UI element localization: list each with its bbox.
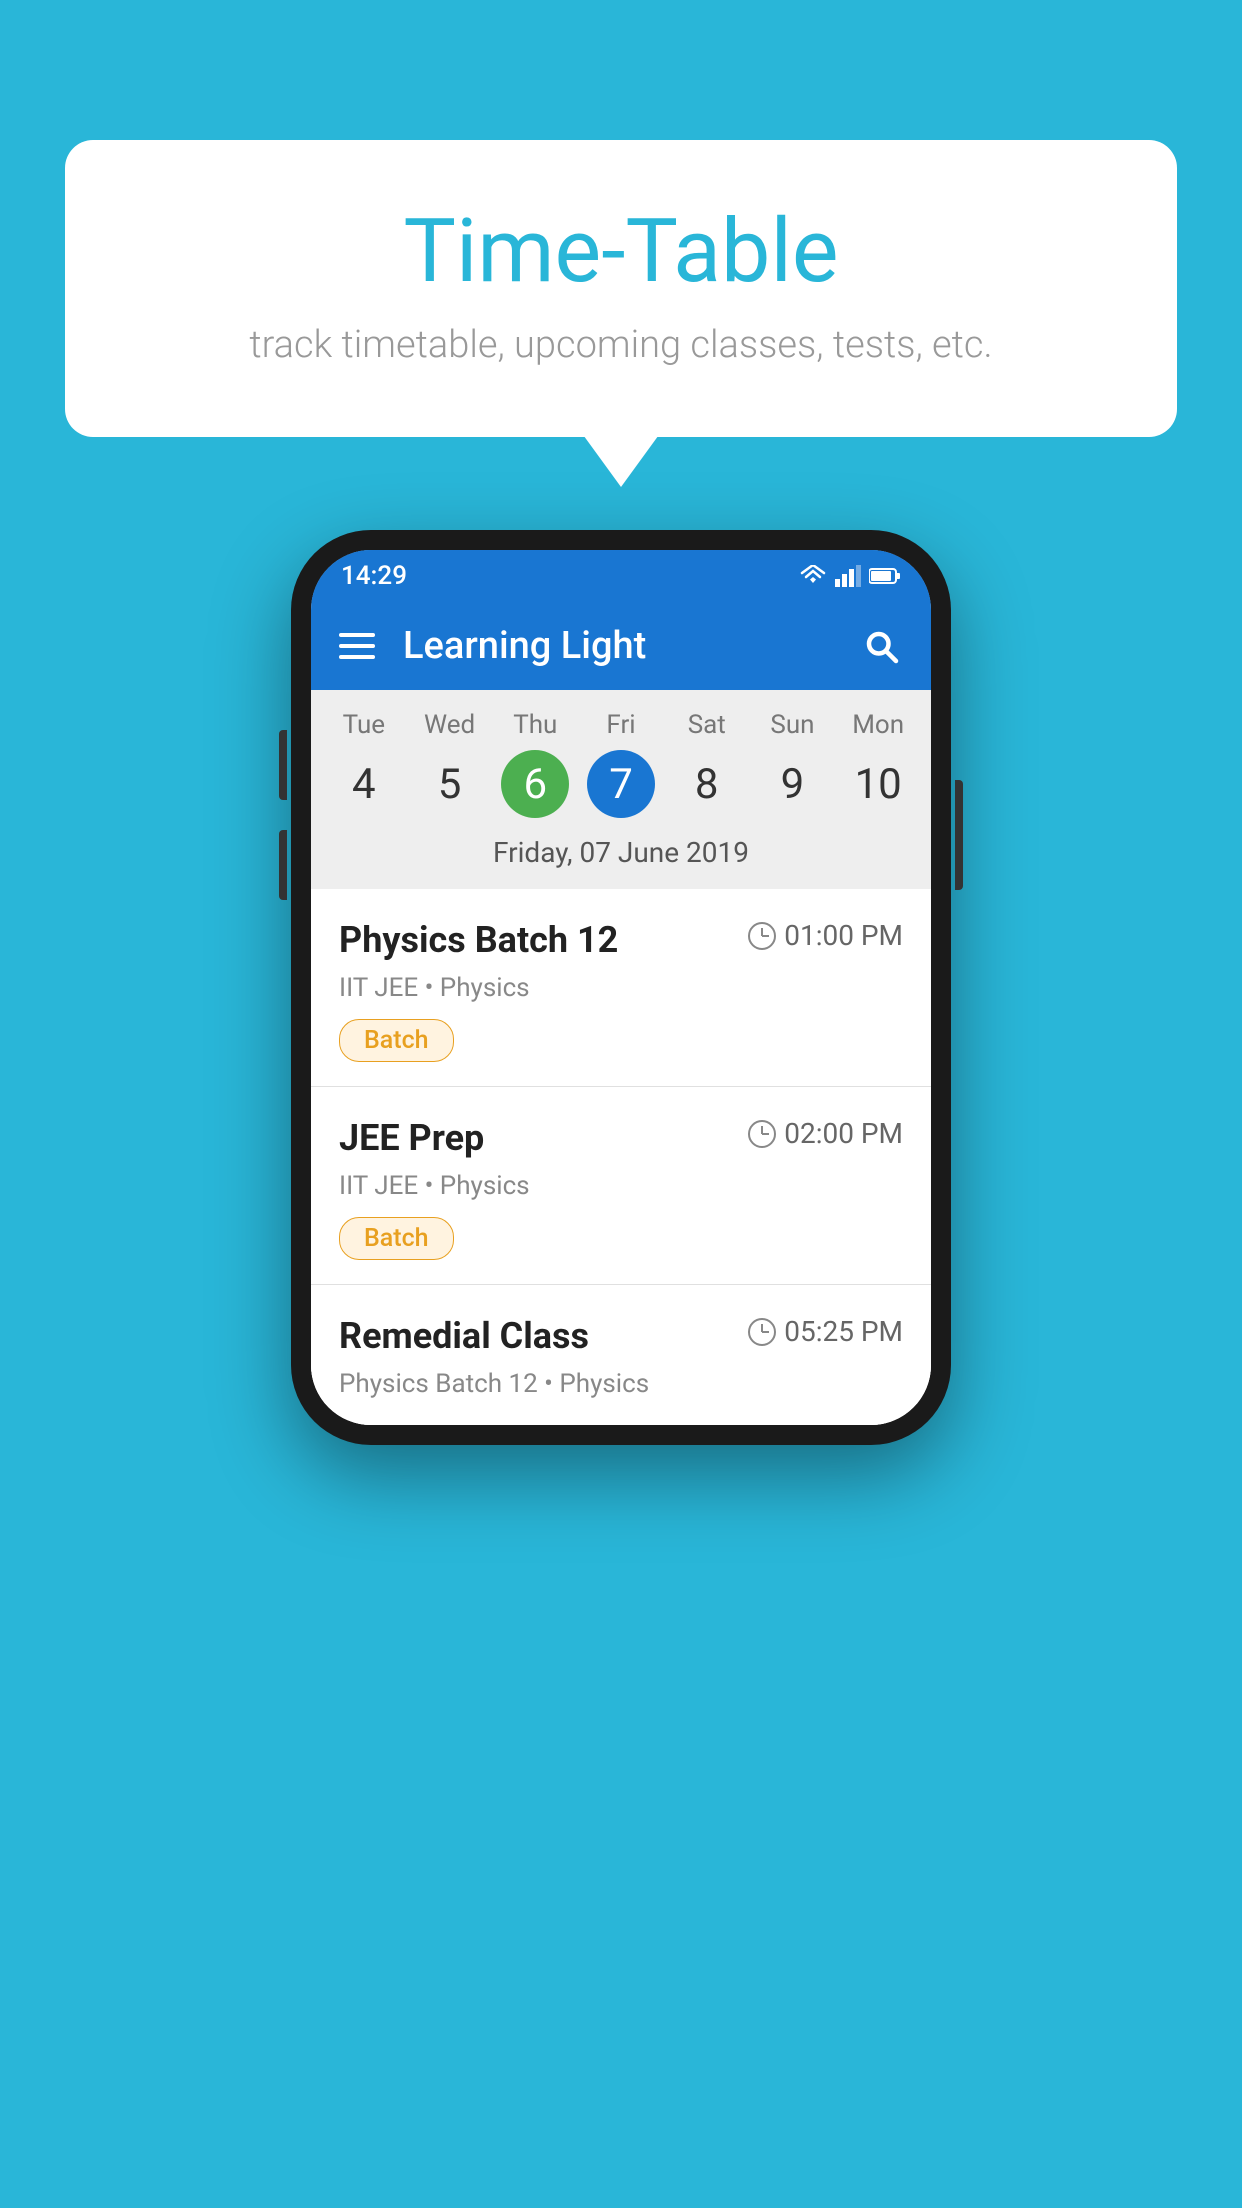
app-header: Learning Light	[311, 602, 931, 690]
schedule-title-2: JEE Prep	[339, 1117, 484, 1159]
status-bar: 14:29	[311, 550, 931, 602]
speech-bubble: Time-Table track timetable, upcoming cla…	[65, 140, 1177, 437]
phone-screen: 14:29	[311, 550, 931, 1425]
status-time: 14:29	[341, 561, 407, 591]
schedule-time-1: 01:00 PM	[748, 919, 903, 952]
schedule-item-top-2: JEE Prep 02:00 PM	[339, 1117, 903, 1159]
clock-icon-1	[748, 922, 776, 950]
batch-badge-1: Batch	[339, 1019, 454, 1062]
search-icon	[863, 628, 899, 664]
volume-down-button	[279, 830, 287, 900]
battery-icon	[869, 567, 901, 585]
schedule-item-remedial[interactable]: Remedial Class 05:25 PM Physics Batch 12…	[311, 1285, 931, 1425]
speech-bubble-container: Time-Table track timetable, upcoming cla…	[65, 140, 1177, 437]
phone-mockup: 14:29	[291, 530, 951, 1445]
schedule-subtitle-3: Physics Batch 12 • Physics	[339, 1369, 903, 1399]
schedule-item-top-1: Physics Batch 12 01:00 PM	[339, 919, 903, 961]
calendar-day-sun[interactable]: Sun 9	[750, 710, 836, 818]
signal-icon	[835, 565, 861, 587]
schedule-item-physics-batch[interactable]: Physics Batch 12 01:00 PM IIT JEE • Phys…	[311, 889, 931, 1087]
calendar-day-wed[interactable]: Wed 5	[407, 710, 493, 818]
schedule-item-top-3: Remedial Class 05:25 PM	[339, 1315, 903, 1357]
wifi-icon	[799, 565, 827, 587]
phone-frame: 14:29	[291, 530, 951, 1445]
calendar-strip: Tue 4 Wed 5 Thu 6 Fri 7	[311, 690, 931, 889]
app-title: Learning Light	[403, 624, 859, 668]
schedule-item-jee-prep[interactable]: JEE Prep 02:00 PM IIT JEE • Physics Batc…	[311, 1087, 931, 1285]
time-label-3: 05:25 PM	[784, 1315, 903, 1348]
calendar-day-sat[interactable]: Sat 8	[664, 710, 750, 818]
selected-date-label: Friday, 07 June 2019	[311, 818, 931, 889]
calendar-day-mon[interactable]: Mon 10	[835, 710, 921, 818]
batch-badge-2: Batch	[339, 1217, 454, 1260]
schedule-time-2: 02:00 PM	[748, 1117, 903, 1150]
search-button[interactable]	[859, 624, 903, 668]
hamburger-menu-button[interactable]	[339, 633, 375, 659]
volume-up-button	[279, 730, 287, 800]
clock-icon-2	[748, 1120, 776, 1148]
calendar-day-tue[interactable]: Tue 4	[321, 710, 407, 818]
calendar-days-row: Tue 4 Wed 5 Thu 6 Fri 7	[311, 710, 931, 818]
schedule-subtitle-2: IIT JEE • Physics	[339, 1171, 903, 1201]
calendar-day-thu[interactable]: Thu 6	[492, 710, 578, 818]
schedule-title-1: Physics Batch 12	[339, 919, 618, 961]
power-button	[955, 780, 963, 890]
calendar-day-fri[interactable]: Fri 7	[578, 710, 664, 818]
status-icons	[799, 565, 901, 587]
time-label-1: 01:00 PM	[784, 919, 903, 952]
time-label-2: 02:00 PM	[784, 1117, 903, 1150]
schedule-time-3: 05:25 PM	[748, 1315, 903, 1348]
bubble-title: Time-Table	[145, 200, 1097, 303]
schedule-title-3: Remedial Class	[339, 1315, 589, 1357]
bubble-subtitle: track timetable, upcoming classes, tests…	[145, 323, 1097, 367]
clock-icon-3	[748, 1318, 776, 1346]
schedule-list: Physics Batch 12 01:00 PM IIT JEE • Phys…	[311, 889, 931, 1425]
schedule-subtitle-1: IIT JEE • Physics	[339, 973, 903, 1003]
